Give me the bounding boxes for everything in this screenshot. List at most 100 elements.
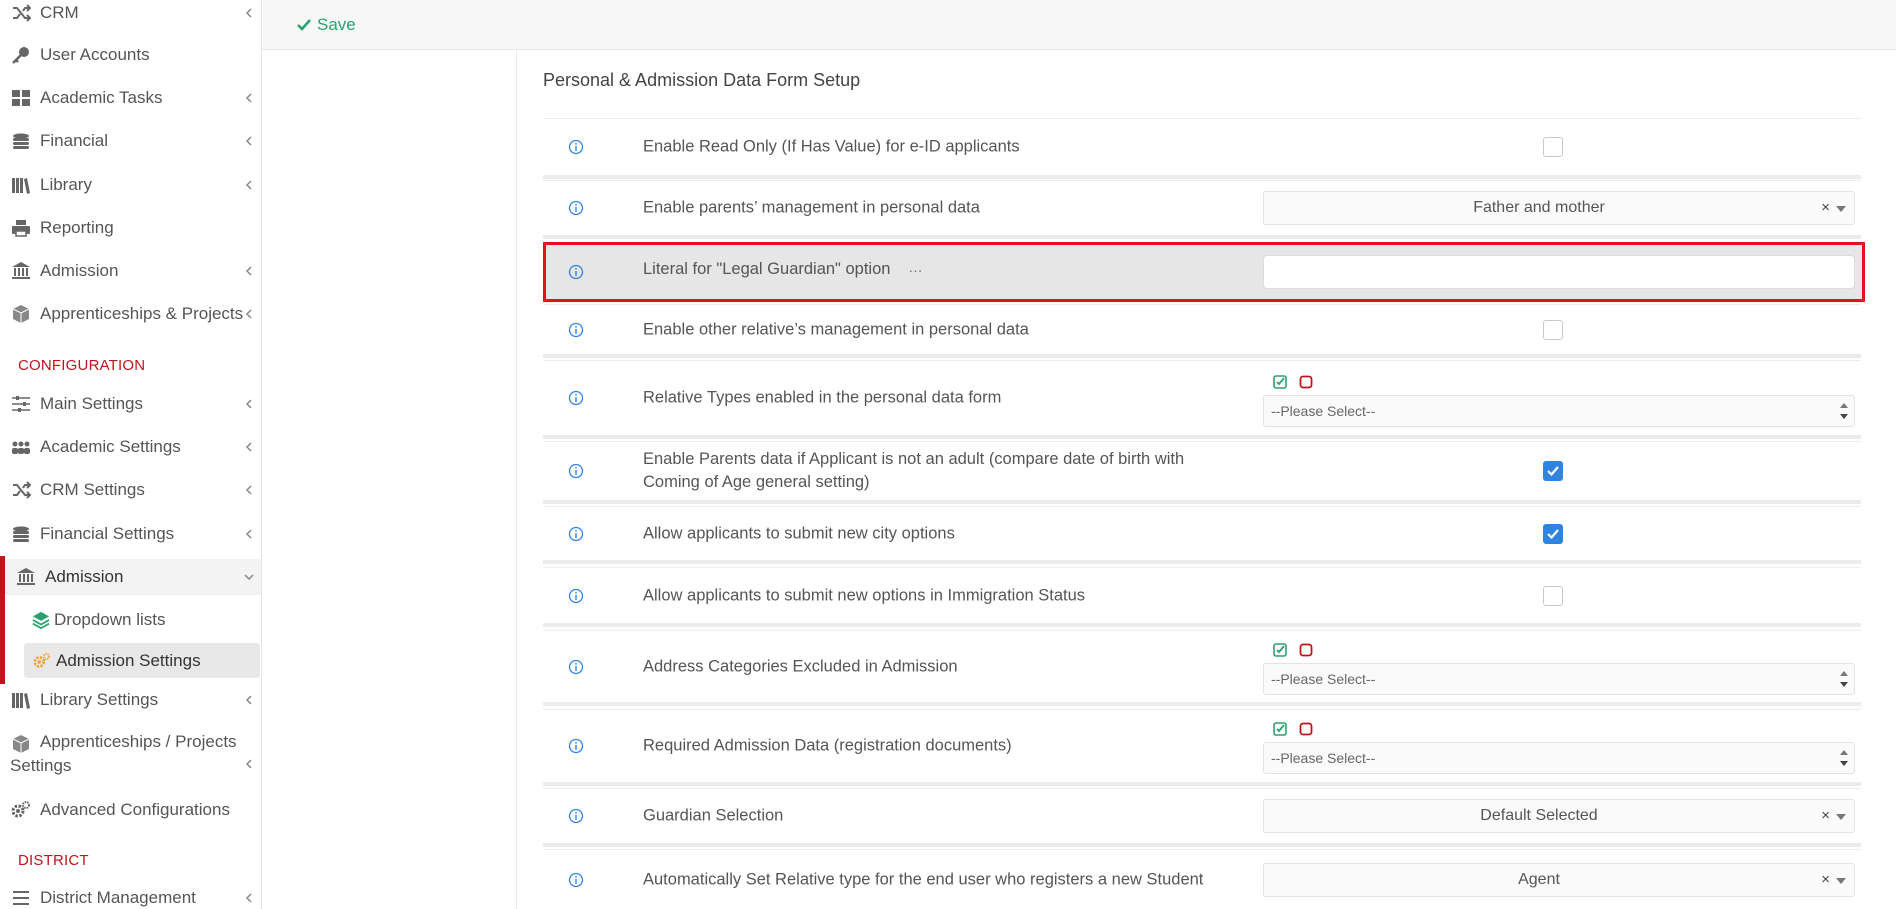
check-icon xyxy=(1547,528,1559,539)
sidebar-item-library[interactable]: Library xyxy=(0,174,261,196)
save-button[interactable]: Save xyxy=(296,13,356,37)
setting-checkbox[interactable] xyxy=(1543,319,1563,340)
sidebar-item-academic-settings[interactable]: Academic Settings xyxy=(0,436,261,458)
info-icon[interactable] xyxy=(568,390,584,406)
multiselect-box[interactable]: --Please Select-- xyxy=(1263,742,1855,774)
sidebar-item-library-settings[interactable]: Library Settings xyxy=(0,689,261,711)
ellipsis-icon[interactable]: ··· xyxy=(908,262,922,278)
setting-row: Enable other relative’s management in pe… xyxy=(543,304,1861,358)
info-icon[interactable] xyxy=(568,738,584,754)
content-gutter xyxy=(262,50,517,909)
layers-icon xyxy=(32,611,50,629)
setting-row: Automatically Set Relative type for the … xyxy=(543,849,1861,909)
info-icon[interactable] xyxy=(568,200,584,216)
info-icon[interactable] xyxy=(568,463,584,479)
multiselect-placeholder: --Please Select-- xyxy=(1271,750,1376,766)
sidebar-item-label: Reporting xyxy=(40,218,114,237)
info-icon[interactable] xyxy=(568,264,584,280)
sidebar-item-financial-settings[interactable]: Financial Settings xyxy=(0,523,261,545)
sidebar-item-district-management[interactable]: District Management xyxy=(0,887,261,909)
info-icon[interactable] xyxy=(568,659,584,675)
parents-management-select[interactable]: Father and mother × xyxy=(1263,191,1855,225)
clear-icon[interactable]: × xyxy=(1821,199,1830,216)
info-icon[interactable] xyxy=(568,872,584,888)
chevron-left-icon xyxy=(245,266,252,276)
sidebar-item-reporting[interactable]: Reporting xyxy=(0,217,261,239)
sidebar-item-crm[interactable]: CRM xyxy=(0,2,261,24)
deselect-all-icon[interactable] xyxy=(1299,643,1313,657)
select-all-icon[interactable] xyxy=(1273,643,1287,657)
sidebar-subitem-admission-settings[interactable]: Admission Settings xyxy=(32,650,201,672)
sidebar-item-financial[interactable]: Financial xyxy=(0,130,261,152)
books-icon xyxy=(10,175,32,195)
info-icon[interactable] xyxy=(568,322,584,338)
chevron-left-icon xyxy=(245,309,252,319)
setting-label-wrap: Literal for "Legal Guardian" option ··· xyxy=(643,260,922,279)
setting-label: Enable other relative’s management in pe… xyxy=(643,320,1029,338)
chevron-left-icon xyxy=(245,180,252,190)
setting-row: Enable parents’ management in personal d… xyxy=(543,180,1861,239)
setting-label: Literal for "Legal Guardian" option xyxy=(643,260,891,278)
sidebar-item-admission[interactable]: Admission xyxy=(0,260,261,282)
info-icon[interactable] xyxy=(568,139,584,155)
sidebar-item-user-accounts[interactable]: User Accounts xyxy=(0,44,261,66)
chevron-down-icon xyxy=(244,574,254,581)
sidebar-item-academic-tasks[interactable]: Academic Tasks xyxy=(0,87,261,109)
setting-row: Relative Types enabled in the personal d… xyxy=(543,360,1861,439)
setting-checkbox[interactable] xyxy=(1543,585,1563,606)
sidebar-item-apprenticeships-settings[interactable]: Apprenticeships / Projects Settings xyxy=(0,732,261,780)
sidebar-item-label: Admission xyxy=(45,567,124,586)
caret-down-icon xyxy=(1836,877,1846,884)
institution-icon xyxy=(15,567,37,587)
sidebar-item-label: Main Settings xyxy=(40,394,143,413)
setting-checkbox[interactable] xyxy=(1543,523,1563,544)
sidebar-item-apprenticeships[interactable]: Apprenticeships & Projects xyxy=(0,303,261,325)
sidebar-item-admission-settings-group[interactable]: Admission xyxy=(5,559,261,595)
highlighted-row: Literal for "Legal Guardian" option ··· xyxy=(543,242,1865,302)
sidebar-item-label: District Management xyxy=(40,888,196,907)
select-value: Default Selected xyxy=(1480,807,1598,824)
deselect-all-icon[interactable] xyxy=(1299,375,1313,389)
info-icon[interactable] xyxy=(568,526,584,542)
setting-checkbox[interactable] xyxy=(1543,137,1563,157)
caret-down-icon xyxy=(1836,206,1846,212)
caret-down-icon xyxy=(1836,814,1846,820)
setting-label: Enable Read Only (If Has Value) for e-ID… xyxy=(643,137,1020,156)
sidebar-item-main-settings[interactable]: Main Settings xyxy=(0,393,261,415)
setting-row: Address Categories Excluded in Admission… xyxy=(543,630,1861,706)
sidebar-item-advanced-configurations[interactable]: Advanced Configurations xyxy=(0,799,261,821)
multiselect-tools xyxy=(1273,375,1313,389)
setting-checkbox[interactable] xyxy=(1543,461,1563,481)
sidebar-item-label: CRM xyxy=(40,3,79,22)
chevron-left-icon xyxy=(245,529,252,539)
legal-guardian-literal-input[interactable] xyxy=(1263,255,1855,289)
relative-type-select[interactable]: Agent × xyxy=(1263,862,1855,897)
sidebar-item-label: Financial Settings xyxy=(40,524,175,543)
chevron-left-icon xyxy=(245,485,252,495)
spinner-arrows-icon xyxy=(1840,671,1848,687)
info-icon[interactable] xyxy=(568,588,584,604)
select-all-icon[interactable] xyxy=(1273,375,1287,389)
key-icon xyxy=(10,45,32,65)
box-icon xyxy=(10,734,32,754)
sidebar-item-label: Admission Settings xyxy=(56,651,201,670)
info-icon[interactable] xyxy=(568,808,584,824)
sidebar-item-label: Apprenticeships / Projects xyxy=(40,732,237,751)
setting-label: Automatically Set Relative type for the … xyxy=(643,870,1204,888)
setting-label: Guardian Selection xyxy=(643,806,784,825)
coins-icon xyxy=(10,131,32,151)
clear-icon[interactable]: × xyxy=(1821,871,1830,888)
clear-icon[interactable]: × xyxy=(1821,807,1830,824)
guardian-selection-select[interactable]: Default Selected × xyxy=(1263,799,1855,833)
select-value: Agent xyxy=(1518,870,1560,888)
select-all-icon[interactable] xyxy=(1273,722,1287,736)
sidebar-item-crm-settings[interactable]: CRM Settings xyxy=(0,479,261,501)
sidebar-subitem-dropdown-lists[interactable]: Dropdown lists xyxy=(32,609,166,631)
multiselect-placeholder: --Please Select-- xyxy=(1271,403,1376,419)
sidebar-item-label: Admission xyxy=(40,261,119,280)
multiselect-box[interactable]: --Please Select-- xyxy=(1263,663,1855,695)
multiselect-box[interactable]: --Please Select-- xyxy=(1263,395,1855,427)
setting-label: Required Admission Data (registration do… xyxy=(643,736,1012,755)
deselect-all-icon[interactable] xyxy=(1299,722,1313,736)
institution-icon xyxy=(10,261,32,281)
